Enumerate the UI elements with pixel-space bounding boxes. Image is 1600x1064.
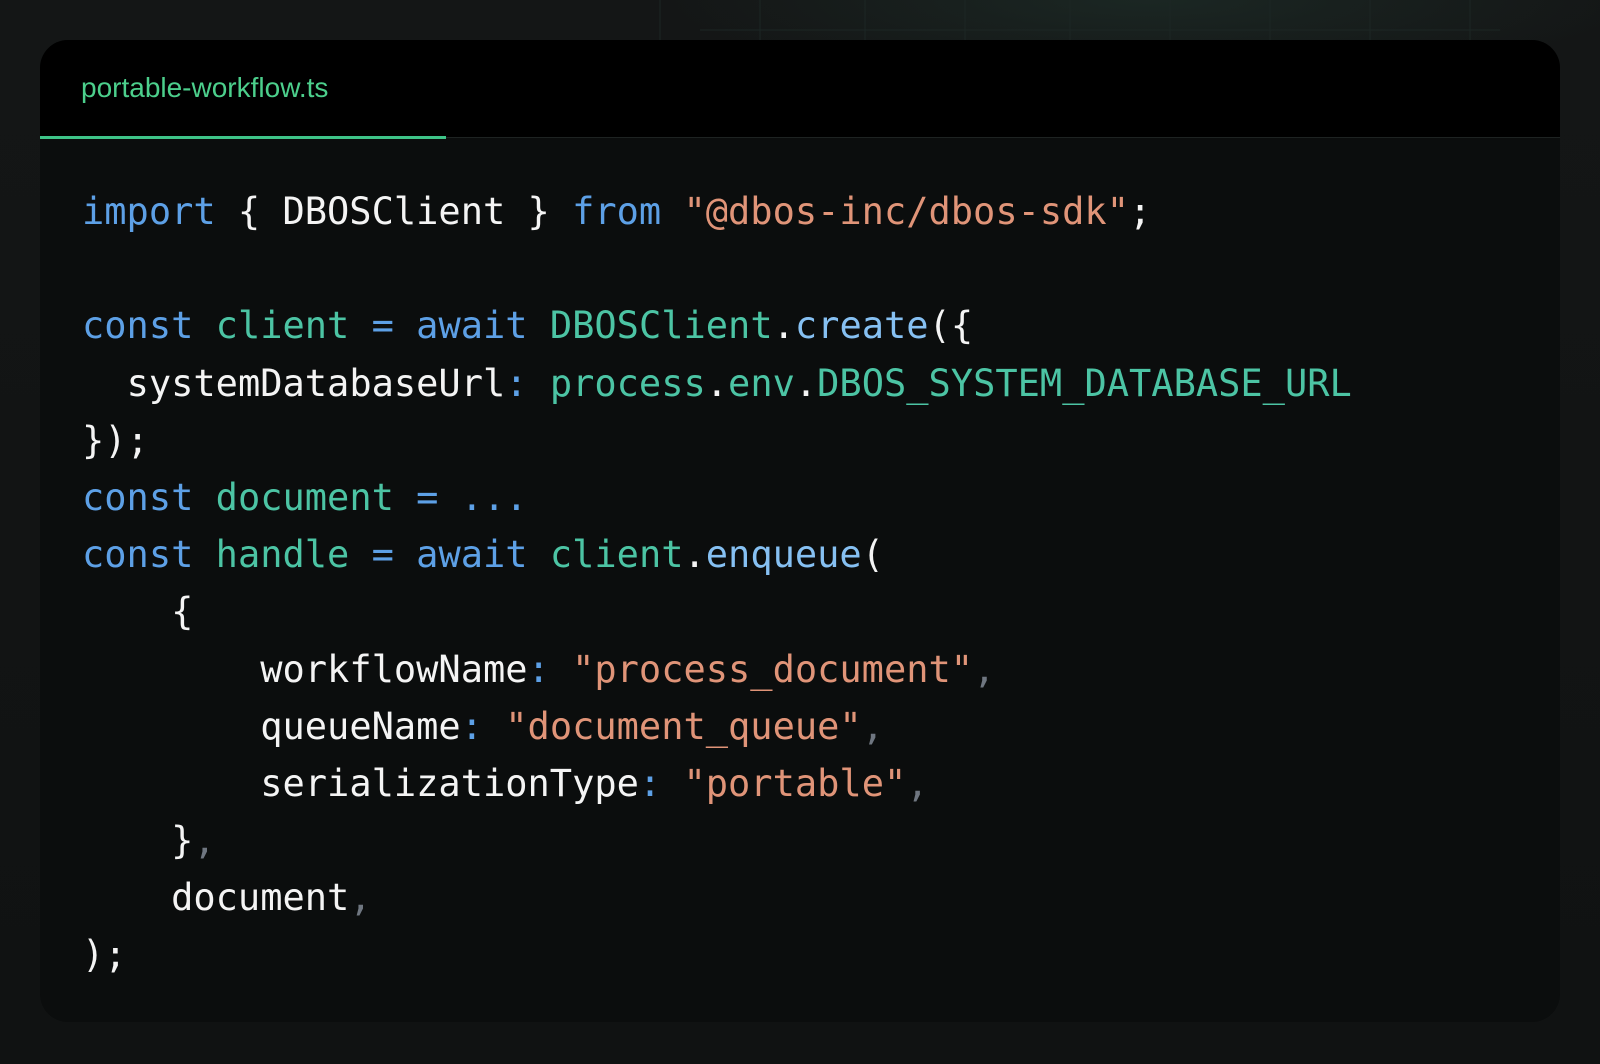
code-token-punct: ); bbox=[82, 933, 127, 977]
code-token-punct bbox=[193, 304, 215, 347]
code-token-punct bbox=[661, 762, 683, 805]
code-token-punct bbox=[528, 304, 550, 347]
code-token-punct bbox=[528, 533, 550, 576]
code-token-punct bbox=[394, 476, 416, 519]
file-tab-bar: portable-workflow.ts bbox=[40, 40, 1560, 139]
code-token-punct: { bbox=[215, 190, 283, 233]
code-token-comma: , bbox=[349, 876, 372, 920]
code-token-punct: { bbox=[82, 590, 194, 634]
code-token-punct: . bbox=[683, 533, 706, 577]
code-token-comma: , bbox=[906, 761, 929, 805]
code-token-keyword: await bbox=[416, 533, 528, 577]
code-token-punct bbox=[82, 705, 260, 748]
code-line: import { DBOSClient } from "@dbos-inc/db… bbox=[82, 183, 1352, 240]
code-token-prop: workflowName bbox=[260, 647, 528, 691]
code-token-keyword: const bbox=[82, 304, 194, 348]
code-token-method: create bbox=[794, 304, 929, 348]
code-token-env: env bbox=[728, 361, 795, 405]
background-grid-lines bbox=[659, 0, 1500, 40]
code-token-punct bbox=[483, 705, 505, 748]
code-line: }, bbox=[82, 812, 1352, 869]
code-line: }); bbox=[82, 412, 1352, 469]
code-token-prop: systemDatabaseUrl bbox=[126, 361, 506, 405]
code-token-string: "process_document" bbox=[572, 647, 974, 691]
code-token-string: "portable" bbox=[683, 761, 907, 805]
code-line: ); bbox=[82, 926, 1352, 983]
code-editor-window: portable-workflow.ts import { DBOSClient… bbox=[40, 40, 1560, 1022]
code-token-colon: : bbox=[638, 761, 662, 805]
code-token-var: client bbox=[215, 304, 350, 348]
code-token-punct bbox=[193, 533, 215, 576]
code-line: { bbox=[82, 583, 1352, 640]
code-line: workflowName: "process_document", bbox=[82, 641, 1352, 698]
code-token-comma: , bbox=[861, 704, 884, 748]
code-token-punct: . bbox=[794, 361, 818, 405]
file-tab-label: portable-workflow.ts bbox=[81, 72, 329, 103]
code-token-keyword: from bbox=[572, 190, 662, 233]
code-token-punct: } bbox=[82, 819, 194, 863]
code-token-punct: ( bbox=[861, 533, 884, 577]
code-token-prop: serializationType bbox=[260, 761, 639, 805]
code-token-punct bbox=[82, 648, 260, 691]
code-token-punct bbox=[394, 533, 416, 576]
code-token-op: ... bbox=[460, 475, 528, 519]
code-token-keyword: const bbox=[82, 475, 194, 519]
code-token-op: = bbox=[416, 475, 439, 519]
code-token-env: process bbox=[549, 361, 706, 405]
code-block[interactable]: import { DBOSClient } from "@dbos-inc/db… bbox=[82, 183, 1352, 984]
code-token-keyword: import bbox=[82, 190, 216, 233]
code-token-punct: } bbox=[505, 190, 573, 233]
code-token-punct bbox=[82, 762, 260, 805]
code-token-prop: document bbox=[171, 876, 350, 920]
code-token-punct bbox=[82, 876, 171, 919]
code-token-punct bbox=[394, 304, 416, 347]
code-token-string: "document_queue" bbox=[505, 704, 862, 748]
code-token-punct bbox=[349, 533, 371, 576]
code-token-punct bbox=[82, 362, 127, 405]
code-token-keyword: const bbox=[82, 533, 194, 577]
file-tab-portable-workflow[interactable]: portable-workflow.ts bbox=[40, 40, 446, 139]
code-token-comma: , bbox=[973, 647, 996, 691]
code-token-punct: ; bbox=[1129, 190, 1152, 233]
code-line: queueName: "document_queue", bbox=[82, 698, 1352, 755]
code-token-var: handle bbox=[215, 533, 350, 577]
code-token-class: DBOSClient bbox=[549, 304, 773, 348]
code-token-prop: queueName bbox=[260, 704, 461, 748]
code-token-punct bbox=[528, 362, 550, 405]
code-token-colon: : bbox=[505, 361, 528, 405]
code-token-punct bbox=[661, 190, 683, 233]
code-token-op: = bbox=[371, 304, 394, 348]
code-token-punct bbox=[438, 476, 460, 519]
code-line: const client = await DBOSClient.create({ bbox=[82, 297, 1352, 354]
code-token-punct bbox=[550, 648, 572, 691]
active-tab-indicator bbox=[40, 136, 446, 139]
code-token-punct: }); bbox=[82, 418, 149, 462]
code-token-comma: , bbox=[193, 819, 216, 863]
code-line: const handle = await client.enqueue( bbox=[82, 526, 1352, 583]
code-token-punct: ({ bbox=[928, 304, 974, 348]
code-token-punct: . bbox=[705, 361, 729, 405]
code-line: systemDatabaseUrl: process.env.DBOS_SYST… bbox=[82, 355, 1352, 412]
code-token-env: DBOS_SYSTEM_DATABASE_URL bbox=[817, 361, 1352, 405]
code-token-prop: DBOSClient bbox=[282, 190, 506, 233]
code-token-op: = bbox=[371, 533, 394, 577]
code-token-method: enqueue bbox=[705, 533, 862, 577]
code-token-punct: . bbox=[772, 304, 795, 348]
code-token-var: client bbox=[549, 533, 684, 577]
code-token-punct bbox=[193, 476, 215, 519]
code-line: const document = ... bbox=[82, 469, 1352, 526]
code-token-colon: : bbox=[527, 647, 550, 691]
code-token-var: document bbox=[215, 475, 394, 519]
code-token-punct bbox=[349, 304, 371, 347]
code-line: document, bbox=[82, 869, 1352, 926]
code-token-colon: : bbox=[460, 704, 483, 748]
code-line: serializationType: "portable", bbox=[82, 755, 1352, 812]
code-token-keyword: await bbox=[416, 304, 528, 348]
code-token-string: "@dbos-inc/dbos-sdk" bbox=[683, 190, 1129, 233]
